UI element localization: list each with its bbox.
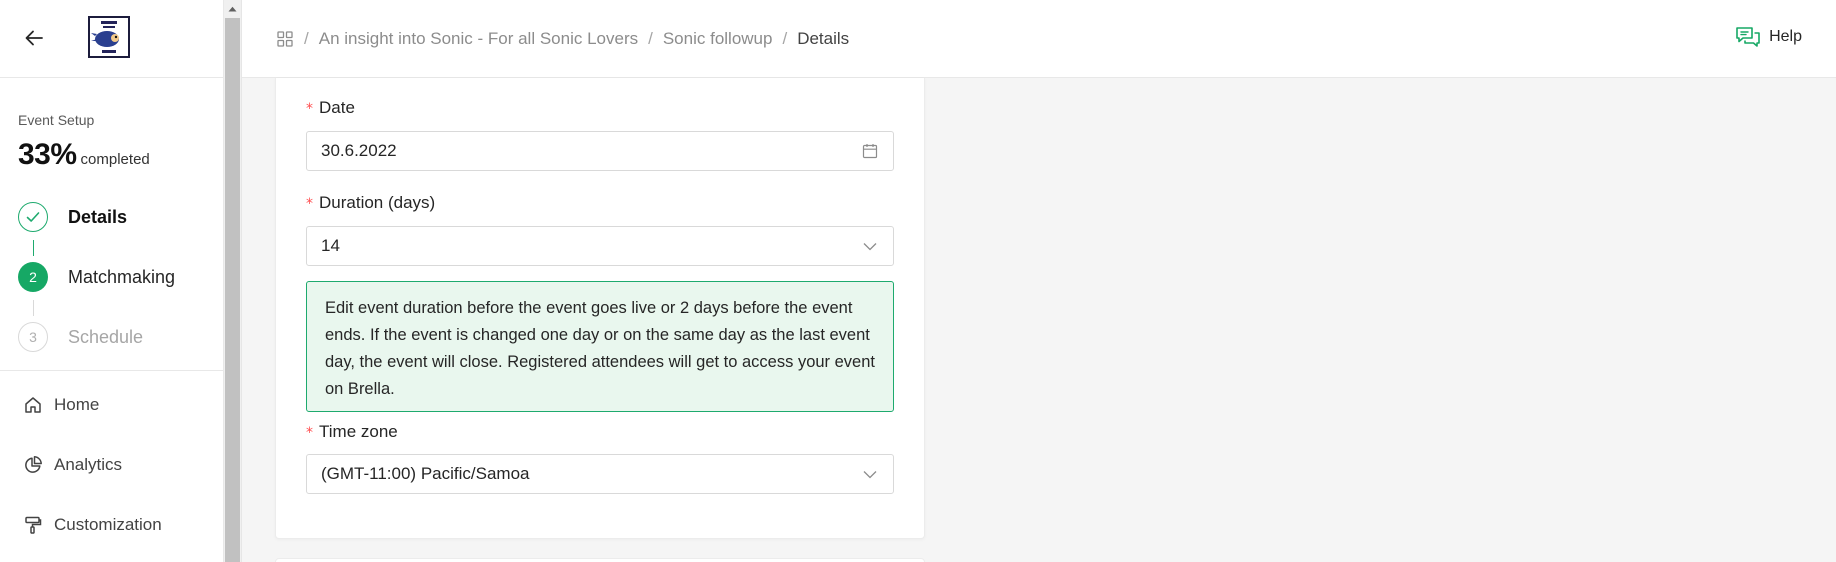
- step-schedule[interactable]: 3 Schedule: [18, 322, 218, 352]
- step-connector: [32, 300, 34, 316]
- step-connector: [32, 240, 34, 256]
- back-button[interactable]: [22, 26, 46, 50]
- chevron-down-icon: [861, 237, 879, 255]
- breadcrumb-current: Details: [797, 28, 850, 48]
- sidebar-item-label: Customization: [54, 515, 162, 534]
- event-logo: [88, 16, 130, 58]
- breadcrumb-separator: /: [304, 28, 309, 48]
- scrollbar-thumb[interactable]: [225, 18, 240, 562]
- scroll-up-arrow[interactable]: [224, 0, 241, 18]
- setup-progress: Event Setup 33% completed: [0, 112, 223, 172]
- next-section-card: [275, 558, 925, 562]
- caret-up-icon: [228, 6, 237, 12]
- duration-label-text: Duration (days): [319, 193, 436, 212]
- date-value: 30.6.2022: [321, 141, 397, 160]
- breadcrumb: / An insight into Sonic - For all Sonic …: [276, 29, 849, 49]
- breadcrumb-separator: /: [648, 28, 653, 48]
- breadcrumb-link-followup[interactable]: Sonic followup: [663, 29, 773, 49]
- progress-percent: 33%: [18, 138, 77, 171]
- sidebar-divider: [0, 370, 223, 371]
- event-setup-label: Event Setup: [18, 112, 95, 128]
- duration-value: 14: [321, 236, 340, 255]
- check-icon: [26, 212, 40, 222]
- breadcrumb-link-event[interactable]: An insight into Sonic - For all Sonic Lo…: [319, 29, 638, 49]
- required-marker: *: [306, 196, 313, 212]
- apps-grid-icon[interactable]: [276, 30, 294, 48]
- date-picker[interactable]: 30.6.2022: [306, 131, 894, 171]
- sidebar-item-home[interactable]: Home: [22, 394, 99, 416]
- step-label: Schedule: [68, 326, 144, 347]
- timezone-label-text: Time zone: [319, 422, 398, 441]
- step-details[interactable]: Details: [18, 202, 218, 232]
- vertical-scrollbar[interactable]: [224, 0, 242, 562]
- duration-select[interactable]: 14: [306, 226, 894, 266]
- sidebar-item-customization[interactable]: Customization: [22, 514, 162, 536]
- help-label: Help: [1769, 28, 1802, 45]
- step-number: 2: [18, 262, 48, 292]
- timezone-value: (GMT-11:00) Pacific/Samoa: [321, 464, 530, 483]
- home-icon: [22, 394, 44, 416]
- chevron-down-icon: [861, 465, 879, 483]
- required-marker: *: [306, 101, 313, 117]
- progress-summary: 33% completed: [18, 138, 223, 172]
- breadcrumb-separator: /: [782, 28, 788, 48]
- step-label: Details: [68, 206, 128, 227]
- paint-roller-icon: [22, 514, 44, 536]
- sidebar-header: [0, 0, 223, 78]
- timezone-select[interactable]: (GMT-11:00) Pacific/Samoa: [306, 454, 894, 494]
- sidebar-item-label: Home: [54, 395, 100, 414]
- top-header: / An insight into Sonic - For all Sonic …: [242, 0, 1836, 78]
- chat-bubbles-icon: [1736, 27, 1760, 47]
- step-done-indicator: [18, 202, 48, 232]
- help-button[interactable]: Help: [1735, 26, 1802, 48]
- pie-chart-icon: [22, 454, 44, 476]
- arrow-left-icon: [25, 30, 43, 46]
- sidebar-item-label: Analytics: [54, 455, 123, 474]
- sidebar: Event Setup 33% completed Details 2 Matc…: [0, 0, 224, 562]
- duration-notice: Edit event duration before the event goe…: [306, 281, 894, 412]
- duration-label: * Duration (days): [306, 193, 435, 213]
- required-marker: *: [306, 425, 313, 441]
- timezone-label: * Time zone: [306, 422, 398, 442]
- progress-completed-label: completed: [80, 151, 150, 168]
- sidebar-item-analytics[interactable]: Analytics: [22, 454, 122, 476]
- event-details-card: * Date 30.6.2022 * Duration (days) 14 Edit…: [275, 78, 925, 539]
- step-label: Matchmaking: [68, 266, 176, 287]
- date-label: * Date: [306, 98, 355, 118]
- calendar-icon: [861, 142, 879, 160]
- step-matchmaking[interactable]: 2 Matchmaking: [18, 262, 218, 292]
- date-label-text: Date: [319, 98, 355, 117]
- step-number: 3: [18, 322, 48, 352]
